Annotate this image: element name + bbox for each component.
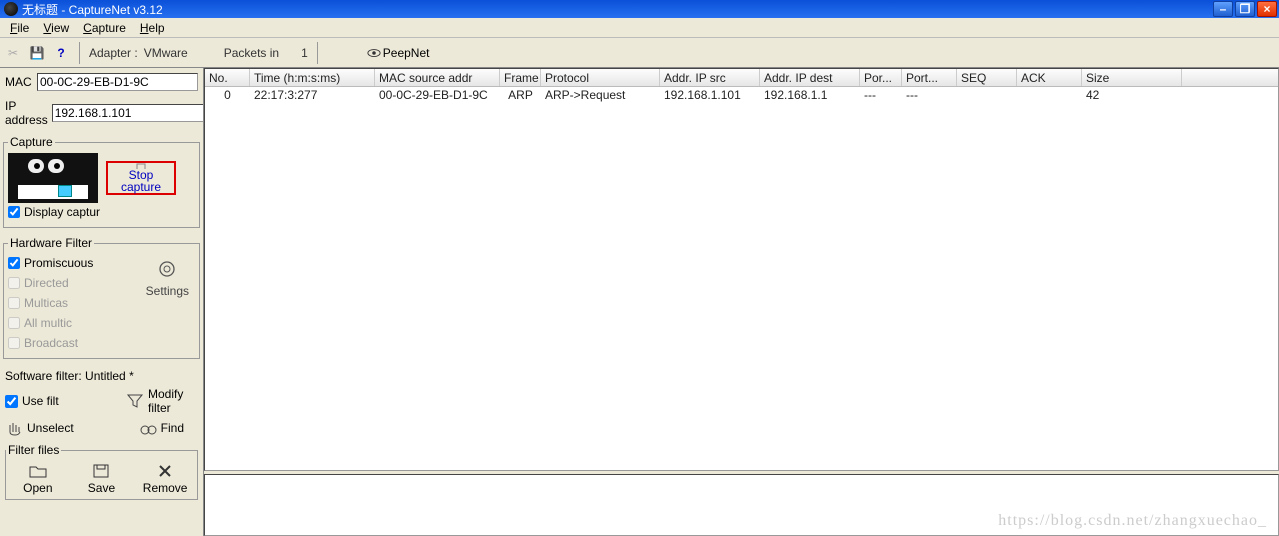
menu-capture[interactable]: Capture — [77, 19, 132, 37]
table-row[interactable]: 022:17:3:27700-0C-29-EB-D1-9CARPARP->Req… — [205, 87, 1278, 105]
use-filter-checkbox[interactable]: Use filt — [5, 394, 59, 408]
table-cell: 0 — [205, 87, 250, 105]
capture-group: Capture Stop capture Display captur — [3, 135, 200, 228]
table-cell: --- — [902, 87, 957, 105]
help-icon[interactable]: ? — [52, 44, 70, 62]
adapter-value: VMware — [144, 46, 188, 60]
app-icon — [4, 2, 18, 16]
cut-button[interactable]: ✂ — [4, 44, 22, 62]
minimize-button[interactable]: – — [1213, 1, 1233, 17]
modify-filter-button[interactable]: Modify filter — [126, 387, 198, 415]
multicas-checkbox[interactable]: Multicas — [8, 294, 93, 312]
watermark-text: https://blog.csdn.net/zhangxuechao_ — [998, 512, 1267, 530]
capture-legend: Capture — [8, 135, 55, 149]
packets-label: Packets in — [224, 46, 279, 60]
maximize-button[interactable]: ❐ — [1235, 1, 1255, 17]
column-header[interactable]: ACK — [1017, 69, 1082, 86]
column-header[interactable]: SEQ — [957, 69, 1017, 86]
hand-icon — [5, 419, 23, 437]
window-title: 无标题 - CaptureNet v3.12 — [22, 1, 1213, 18]
column-header[interactable]: Port... — [902, 69, 957, 86]
table-cell: 00-0C-29-EB-D1-9C — [375, 87, 500, 105]
table-cell: ARP->Request — [541, 87, 660, 105]
x-icon — [155, 463, 175, 479]
menu-file[interactable]: File — [4, 19, 35, 37]
floppy-icon — [91, 463, 111, 479]
table-cell: --- — [860, 87, 902, 105]
packets-value: 1 — [301, 46, 308, 60]
hardware-filter-legend: Hardware Filter — [8, 236, 94, 250]
software-filter-legend: Software filter: — [5, 369, 82, 383]
directed-checkbox[interactable]: Directed — [8, 274, 93, 292]
folder-open-icon — [28, 463, 48, 479]
left-panel: MAC IP address Capture Stop capture — [0, 68, 204, 536]
peepnet-button[interactable]: PeepNet — [367, 46, 430, 60]
broadcast-checkbox[interactable]: Broadcast — [8, 334, 93, 352]
column-header[interactable]: Frame — [500, 69, 541, 86]
table-cell: 22:17:3:277 — [250, 87, 375, 105]
table-cell: ARP — [500, 87, 541, 105]
capture-preview-image — [8, 153, 98, 203]
eye-icon — [367, 46, 381, 60]
column-header[interactable]: Addr. IP dest — [760, 69, 860, 86]
column-header[interactable]: Size — [1082, 69, 1182, 86]
title-bar: 无标题 - CaptureNet v3.12 – ❐ × — [0, 0, 1279, 18]
mac-field[interactable] — [37, 73, 198, 91]
menu-bar: File View Capture Help — [0, 18, 1279, 38]
column-header[interactable]: Time (h:m:s:ms) — [250, 69, 375, 86]
promiscuous-checkbox[interactable]: Promiscuous — [8, 254, 93, 272]
mac-label: MAC — [5, 75, 33, 89]
column-header[interactable]: Addr. IP src — [660, 69, 760, 86]
column-header[interactable]: Por... — [860, 69, 902, 86]
find-button[interactable]: Find — [139, 419, 184, 437]
table-cell: 192.168.1.1 — [760, 87, 860, 105]
packet-list[interactable]: No.Time (h:m:s:ms)MAC source addrFramePr… — [204, 68, 1279, 471]
software-filter-name: Untitled * — [85, 369, 134, 383]
open-filter-button[interactable]: Open — [18, 463, 58, 495]
menu-view[interactable]: View — [37, 19, 75, 37]
table-cell: 42 — [1082, 87, 1182, 105]
close-button[interactable]: × — [1257, 1, 1277, 17]
display-capture-checkbox[interactable]: Display captur — [8, 203, 195, 221]
stop-capture-button[interactable]: Stop capture — [106, 161, 176, 195]
funnel-icon — [126, 392, 144, 410]
adapter-label: Adapter : — [89, 46, 138, 60]
column-header[interactable]: No. — [205, 69, 250, 86]
binoculars-icon — [139, 419, 157, 437]
right-panel: No.Time (h:m:s:ms)MAC source addrFramePr… — [204, 68, 1279, 536]
table-cell — [1017, 87, 1082, 105]
column-header[interactable]: Protocol — [541, 69, 660, 86]
save-filter-button[interactable]: Save — [81, 463, 121, 495]
save-button[interactable]: 💾 — [28, 44, 46, 62]
gear-icon — [154, 258, 180, 282]
filter-files-legend: Filter files — [6, 443, 61, 457]
settings-button[interactable]: Settings — [140, 254, 195, 352]
column-header[interactable]: MAC source addr — [375, 69, 500, 86]
ip-field[interactable] — [52, 104, 204, 122]
all-multicast-checkbox[interactable]: All multic — [8, 314, 93, 332]
filter-files-group: Filter files Open Save Remove — [5, 443, 198, 500]
software-filter-group: Software filter: Untitled * Use filt Mod… — [3, 365, 200, 502]
table-cell: 192.168.1.101 — [660, 87, 760, 105]
table-cell — [957, 87, 1017, 105]
peepnet-label: PeepNet — [383, 46, 430, 60]
hardware-filter-group: Hardware Filter Promiscuous Directed Mul… — [3, 236, 200, 359]
toolbar: ✂ 💾 ? Adapter : VMware Packets in 1 Peep… — [0, 38, 1279, 68]
ip-label: IP address — [5, 99, 48, 127]
remove-filter-button[interactable]: Remove — [145, 463, 185, 495]
unselect-button[interactable]: Unselect — [5, 419, 74, 437]
menu-help[interactable]: Help — [134, 19, 171, 37]
